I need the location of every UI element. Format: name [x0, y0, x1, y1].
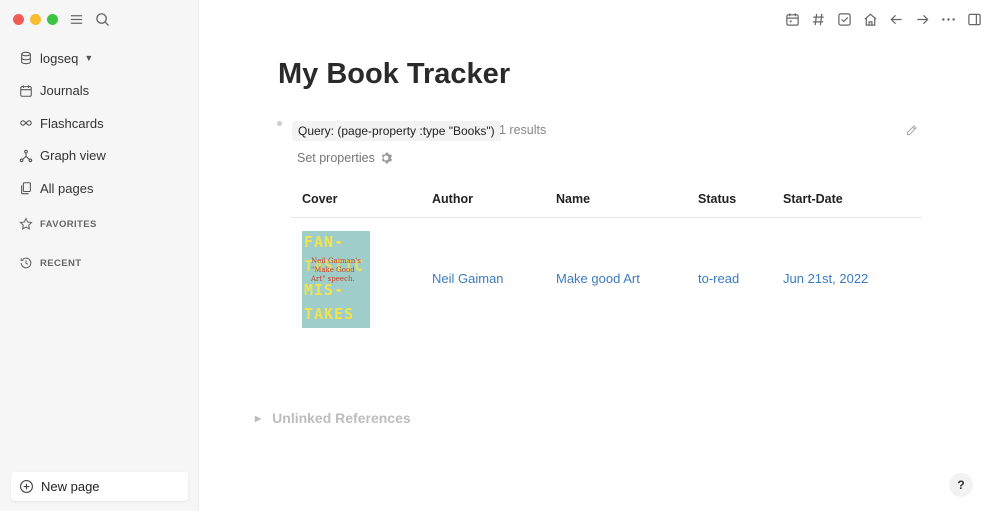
table-row[interactable]: FAN- TASTIC MIS- TAKES Neil Gaiman's "Ma… — [291, 218, 922, 332]
infinity-icon — [20, 120, 32, 126]
database-icon — [21, 52, 31, 65]
set-properties-label: Set properties — [297, 151, 375, 165]
sidebar-nav: logseq ▼ Journals Flashcards Graph view … — [12, 42, 188, 283]
block-bullet[interactable] — [277, 121, 282, 126]
cover-subtitle: Neil Gaiman's "Make Good Art" speech. — [311, 257, 361, 283]
sidebar-item-label: Graph view — [40, 148, 106, 164]
new-page-button[interactable]: New page — [11, 472, 188, 501]
right-sidebar-toggle-icon[interactable] — [967, 10, 982, 28]
author-link[interactable]: Neil Gaiman — [432, 271, 504, 286]
sidebar-item-all-pages[interactable]: All pages — [12, 172, 188, 205]
left-sidebar: logseq ▼ Journals Flashcards Graph view … — [0, 0, 199, 511]
page-title: My Book Tracker — [278, 58, 511, 90]
plus-circle-icon — [20, 480, 33, 493]
history-icon — [20, 257, 32, 269]
book-cover-image: FAN- TASTIC MIS- TAKES Neil Gaiman's "Ma… — [302, 231, 370, 328]
search-icon[interactable] — [93, 10, 111, 28]
column-header-cover[interactable]: Cover — [302, 192, 337, 206]
home-icon[interactable] — [863, 10, 878, 28]
window-controls — [13, 14, 58, 25]
sidebar-item-flashcards[interactable]: Flashcards — [12, 107, 188, 140]
sidebar-item-label: Journals — [40, 83, 90, 99]
recent-section[interactable]: RECENT — [12, 244, 188, 283]
new-page-label: New page — [41, 479, 100, 494]
query-results-table: Cover Author Name Status Start-Date FAN-… — [291, 182, 922, 332]
hashtag-icon[interactable] — [811, 10, 826, 28]
name-link[interactable]: Make good Art — [556, 271, 640, 286]
unlinked-references-toggle[interactable]: ▶ Unlinked References — [255, 410, 411, 426]
gear-icon — [381, 152, 392, 164]
status-link[interactable]: to-read — [698, 271, 739, 286]
arrow-right-icon[interactable] — [915, 10, 930, 28]
arrow-left-icon[interactable] — [889, 10, 904, 28]
top-toolbar — [785, 10, 982, 28]
sidebar-item-graph-view[interactable]: Graph view — [12, 140, 188, 173]
column-header-status[interactable]: Status — [698, 192, 736, 206]
graph-selector[interactable]: logseq ▼ — [12, 42, 188, 75]
close-window-button[interactable] — [13, 14, 24, 25]
column-header-name[interactable]: Name — [556, 192, 590, 206]
chevron-down-icon: ▼ — [84, 53, 94, 64]
sidebar-item-label: Flashcards — [40, 115, 104, 131]
graph-name: logseq — [40, 50, 79, 66]
minimize-window-button[interactable] — [30, 14, 41, 25]
recent-label: RECENT — [40, 257, 82, 269]
query-results-count: 1 results — [499, 123, 547, 137]
column-header-author[interactable]: Author — [432, 192, 473, 206]
set-properties-button[interactable]: Set properties — [297, 151, 393, 165]
query-label[interactable]: Query: (page-property :type "Books") — [292, 121, 501, 141]
calendar-icon — [20, 85, 32, 97]
table-header: Cover Author Name Status Start-Date — [291, 182, 922, 218]
sidebar-item-journals[interactable]: Journals — [12, 75, 188, 108]
help-button[interactable]: ? — [949, 473, 973, 497]
menu-icon[interactable] — [67, 10, 85, 28]
caret-right-icon: ▶ — [255, 413, 262, 423]
calendar-icon[interactable] — [785, 10, 800, 28]
favorites-section[interactable]: FAVORITES — [12, 205, 188, 244]
cover-text-line: TAKES — [304, 305, 355, 323]
unlinked-references-label: Unlinked References — [272, 410, 411, 426]
cover-text-line: FAN- — [304, 233, 345, 251]
maximize-window-button[interactable] — [47, 14, 58, 25]
checkbox-icon[interactable] — [837, 10, 852, 28]
favorites-label: FAVORITES — [40, 218, 97, 230]
start-date-link[interactable]: Jun 21st, 2022 — [783, 271, 868, 286]
star-icon — [19, 217, 33, 230]
column-header-start-date[interactable]: Start-Date — [783, 192, 843, 206]
more-icon[interactable] — [941, 10, 956, 28]
pages-icon — [21, 182, 31, 195]
graph-icon — [19, 149, 33, 162]
pencil-icon[interactable] — [905, 124, 918, 137]
sidebar-item-label: All pages — [40, 180, 94, 196]
